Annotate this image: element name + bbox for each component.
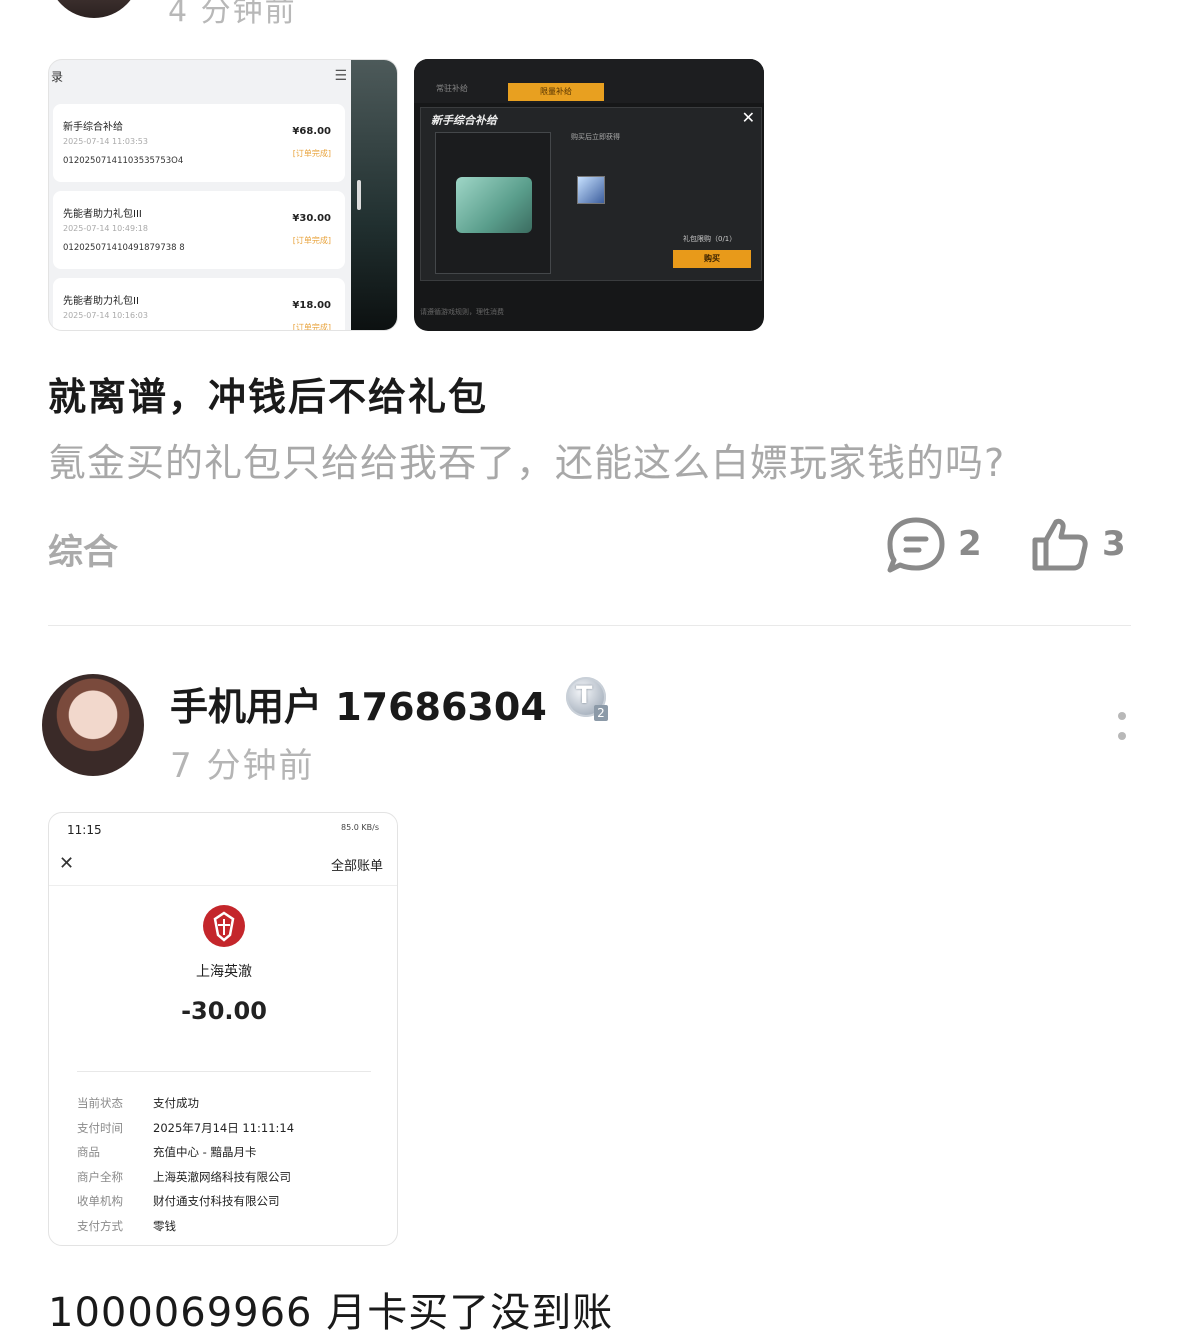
more-options-icon[interactable] (1114, 712, 1130, 746)
order-status: [订单完成] (292, 149, 331, 158)
order-price: ¥68.00 (292, 126, 331, 137)
post2-avatar[interactable] (42, 674, 144, 776)
item-icon (577, 176, 605, 204)
close-icon: ✕ (59, 853, 75, 874)
post1-image-orders[interactable]: 录 ☰ 新手综合补给 2025-07-14 11:03:53 012025071… (48, 59, 398, 331)
order-price: ¥30.00 (292, 213, 331, 224)
orders-header-label: 录 (51, 70, 64, 84)
receipt-row: 当前状态 支付成功 (77, 1096, 199, 1110)
tab-limited-supply: 限量补给 (508, 83, 604, 101)
item-frame (435, 132, 551, 274)
dialog-desc: 购买后立即获得 (571, 133, 620, 141)
level-badge-icon: T 2 (566, 677, 608, 721)
post2-image-receipt[interactable]: 11:15 85.0 KB/s ✕ 全部账单 上海英澈 -30.00 当前状态支… (48, 812, 398, 1246)
thumbs-up-icon (1032, 518, 1088, 571)
dialog-title: 新手综合补给 (431, 114, 497, 127)
order-status: [订单完成] (292, 323, 331, 331)
receipt-row: 收单机构 财付通支付科技有限公司 (77, 1194, 280, 1208)
receipt-status-icons: 85.0 KB/s (341, 823, 379, 832)
post1-title[interactable]: 就离谱，冲钱后不给礼包 (48, 366, 488, 421)
merchant-name: 上海英澈 (196, 964, 252, 980)
close-icon: ✕ (741, 108, 755, 127)
post2-body[interactable]: 1000069966 月卡买了没到账 (48, 1280, 613, 1338)
store-footer: 请遵循游戏规则，理性消费 (420, 308, 504, 316)
order-date: 2025-07-14 10:16:03 (63, 311, 148, 320)
post1-body[interactable]: 氪金买的礼包只给给我吞了，还能这么白嫖玩家钱的吗? (48, 432, 1005, 487)
order-id: 01202507141103535753O4 (63, 156, 184, 166)
badge-letter: T (576, 681, 593, 709)
post2-time: 7 分钟前 (170, 746, 315, 786)
receipt-row: 支付时间 2025年7月14日 11:11:14 (77, 1121, 295, 1135)
post2-username[interactable]: 手机用户 17686304 (170, 676, 547, 731)
order-status: [订单完成] (292, 236, 331, 245)
store-dialog: 新手综合补给 ✕ 购买后立即获得 礼包限购（0/1） 购买 (420, 107, 762, 281)
receipt-row: 商户全称 上海英澈网络科技有限公司 (77, 1170, 291, 1184)
order-name: 先能者助力礼包III (63, 209, 142, 220)
comment-count: 2 (958, 524, 982, 564)
order-card: 先能者助力礼包III 2025-07-14 10:49:18 012025071… (53, 191, 345, 269)
purchase-limit: 礼包限购（0/1） (683, 235, 737, 243)
like-count: 3 (1102, 524, 1126, 564)
game-background-strip (351, 60, 397, 330)
all-bills-link: 全部账单 (330, 859, 383, 874)
post1-time: 4 分钟前 (168, 0, 297, 29)
post1-category[interactable]: 综合 (48, 524, 118, 575)
order-name: 新手综合补给 (63, 122, 123, 133)
order-name: 先能者助力礼包II (63, 296, 139, 307)
post1-avatar[interactable] (48, 0, 140, 18)
post-divider (48, 625, 1131, 626)
receipt-row: 商品 充值中心 - 黯晶月卡 (77, 1145, 257, 1159)
order-date: 2025-07-14 11:03:53 (63, 137, 148, 146)
comment-button[interactable]: 2 (886, 516, 986, 573)
order-card: 新手综合补给 2025-07-14 11:03:53 0120250714110… (53, 104, 345, 182)
payment-amount: -30.00 (181, 997, 267, 1025)
orders-header: 录 ☰ (49, 60, 353, 96)
order-date: 2025-07-14 10:49:18 (63, 224, 148, 233)
receipt-status-time: 11:15 (67, 823, 102, 837)
buy-button: 购买 (673, 250, 751, 268)
list-menu-icon: ☰ (334, 68, 347, 84)
like-button[interactable]: 3 (1030, 516, 1130, 572)
order-id: 012025071410491879738 8 (63, 243, 185, 253)
supply-box-image (456, 177, 532, 233)
badge-level: 2 (594, 705, 608, 721)
tab-regular-supply: 常驻补给 (436, 84, 468, 93)
post1-image-game-store[interactable]: 常驻补给 限量补给 新手综合补给 ✕ 购买后立即获得 礼包限购（0/1） 购买 … (414, 59, 764, 331)
comment-icon (887, 517, 945, 573)
order-card: 先能者助力礼包II 2025-07-14 10:16:03 ¥18.00 [订单… (53, 278, 345, 331)
order-price: ¥18.00 (292, 300, 331, 311)
receipt-row: 支付方式 零钱 (77, 1219, 176, 1233)
merchant-logo-icon (203, 905, 245, 947)
store-tabbar: 常驻补给 限量补给 (414, 59, 764, 103)
